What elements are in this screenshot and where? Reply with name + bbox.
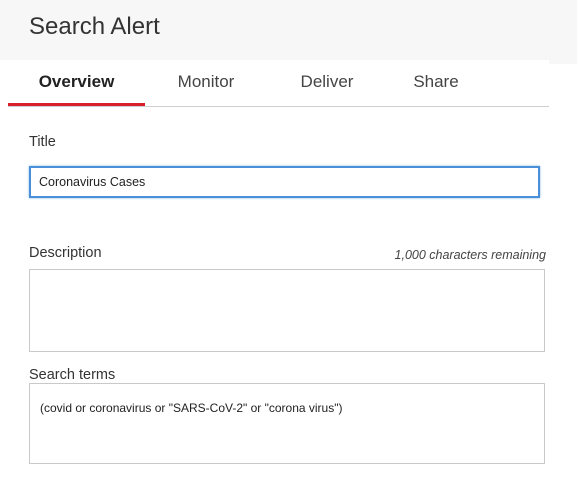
tab-deliver[interactable]: Deliver xyxy=(281,60,373,104)
search-terms-label: Search terms xyxy=(29,367,116,383)
search-terms-field[interactable]: (covid or coronavirus or "SARS-CoV-2" or… xyxy=(29,383,545,464)
characters-remaining: 1,000 characters remaining xyxy=(394,248,546,262)
page-title: Search Alert xyxy=(29,13,160,40)
title-input[interactable] xyxy=(29,166,540,198)
tab-overview[interactable]: Overview xyxy=(8,60,145,104)
title-label: Title xyxy=(29,134,56,150)
description-textarea[interactable] xyxy=(29,269,545,352)
tab-divider xyxy=(8,106,549,107)
tab-share[interactable]: Share xyxy=(397,60,475,104)
tab-bar: Overview Monitor Deliver Share xyxy=(0,60,549,108)
header-bar: Search Alert xyxy=(0,0,577,64)
tab-monitor[interactable]: Monitor xyxy=(158,60,254,104)
search-alert-page: Search Alert Overview Monitor Deliver Sh… xyxy=(0,0,577,483)
description-label: Description xyxy=(29,245,102,261)
